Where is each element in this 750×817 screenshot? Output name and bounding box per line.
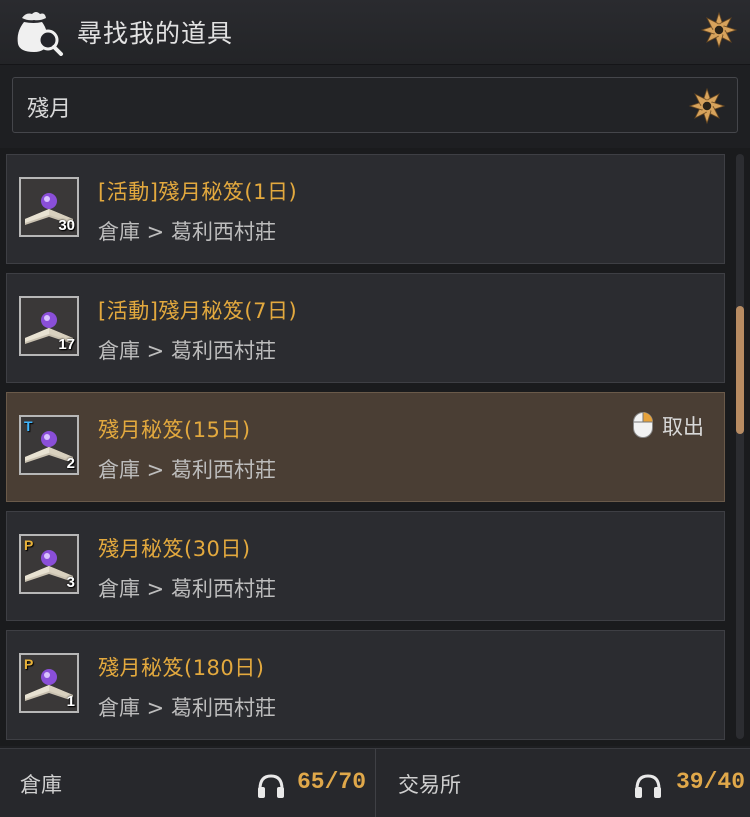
warehouse-count: 65/70 (297, 769, 367, 795)
page-title: 尋找我的道具 (77, 19, 234, 48)
list-item-selected[interactable]: T 2 殘月秘笈(15日) 倉庫 > 葛利西村莊 取出 (6, 392, 725, 502)
list-item[interactable]: 17 [活動]殘月秘笈(7日) 倉庫 > 葛利西村莊 (6, 273, 725, 383)
list-item[interactable]: P 3 殘月秘笈(30日) 倉庫 > 葛利西村莊 (6, 511, 725, 621)
gold-flower-icon[interactable] (688, 87, 726, 125)
item-count: 2 (66, 455, 75, 472)
skill-book-icon: P 3 (19, 534, 79, 594)
item-name: [活動]殘月秘笈(1日) (98, 180, 298, 204)
footer-bar: 倉庫 65/70 交易所 39/40 (0, 748, 750, 817)
item-name: 殘月秘笈(15日) (98, 418, 251, 442)
money-bag-search-icon (17, 12, 63, 56)
capacity-icon (635, 774, 661, 798)
item-count: 30 (58, 217, 75, 234)
item-location: 倉庫 > 葛利西村莊 (98, 220, 276, 244)
capacity-icon (258, 774, 284, 798)
item-tag: T (24, 418, 33, 434)
search-input[interactable]: 殘月 (12, 77, 738, 133)
skill-book-icon: P 1 (19, 653, 79, 713)
item-count: 1 (66, 693, 75, 710)
item-location: 倉庫 > 葛利西村莊 (98, 458, 276, 482)
gold-flower-icon[interactable] (700, 11, 738, 49)
scrollbar-thumb[interactable] (736, 306, 744, 434)
item-tag: P (24, 656, 34, 672)
exchange-count: 39/40 (676, 769, 746, 795)
take-out-label: 取出 (662, 415, 704, 439)
exchange-label: 交易所 (398, 773, 461, 797)
item-name: 殘月秘笈(30日) (98, 537, 251, 561)
skill-book-icon: 30 (19, 177, 79, 237)
item-location: 倉庫 > 葛利西村莊 (98, 339, 276, 363)
list-item[interactable]: P 1 殘月秘笈(180日) 倉庫 > 葛利西村莊 (6, 630, 725, 740)
list-item[interactable]: 30 [活動]殘月秘笈(1日) 倉庫 > 葛利西村莊 (6, 154, 725, 264)
scrollbar-track[interactable] (736, 154, 744, 739)
skill-book-icon: T 2 (19, 415, 79, 475)
skill-book-icon: 17 (19, 296, 79, 356)
item-name: [活動]殘月秘笈(7日) (98, 299, 298, 323)
take-out-button[interactable]: 取出 (632, 409, 712, 441)
item-location: 倉庫 > 葛利西村莊 (98, 696, 276, 720)
mouse-click-icon (633, 412, 653, 438)
footer-divider (375, 749, 376, 817)
search-input-value: 殘月 (27, 97, 72, 122)
item-count: 3 (66, 574, 75, 591)
item-tag: P (24, 537, 34, 553)
item-count: 17 (58, 336, 75, 353)
warehouse-label: 倉庫 (20, 773, 62, 797)
title-bar: 尋找我的道具 (0, 0, 750, 65)
item-location: 倉庫 > 葛利西村莊 (98, 577, 276, 601)
item-name: 殘月秘笈(180日) (98, 656, 265, 680)
